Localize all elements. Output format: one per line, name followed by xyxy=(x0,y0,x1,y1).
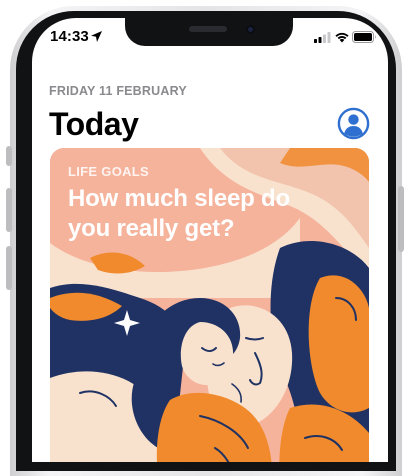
page-title: Today xyxy=(49,106,139,142)
side-button xyxy=(398,186,404,252)
front-camera xyxy=(246,25,255,34)
story-card[interactable]: LIFE GOALS How much sleep do you really … xyxy=(50,148,369,462)
speaker-grille xyxy=(189,26,227,32)
card-title: How much sleep do you really get? xyxy=(68,185,290,242)
volume-down-button xyxy=(6,246,12,290)
location-arrow-icon xyxy=(91,31,102,42)
person-circle-icon xyxy=(337,107,370,140)
silent-switch xyxy=(6,146,12,166)
account-button[interactable] xyxy=(337,107,370,140)
wifi-icon xyxy=(335,32,349,43)
status-time: 14:33 xyxy=(50,28,89,45)
screen: 14:33 FRIDAY 11 FEBRUARY Today LIFE GOAL… xyxy=(32,18,388,462)
date-label: FRIDAY 11 FEBRUARY xyxy=(49,84,187,98)
battery-icon xyxy=(352,31,376,43)
cellular-signal-icon xyxy=(314,32,331,43)
notch xyxy=(125,18,293,46)
card-category: LIFE GOALS xyxy=(68,164,149,179)
volume-up-button xyxy=(6,188,12,232)
